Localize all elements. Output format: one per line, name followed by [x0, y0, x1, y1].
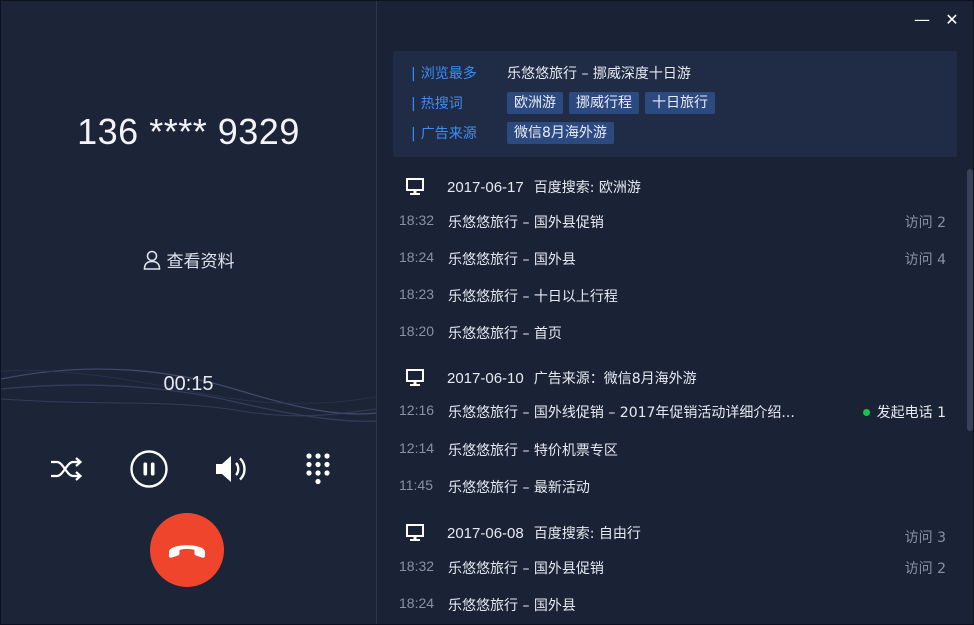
- transfer-button[interactable]: [46, 449, 86, 489]
- visit-page-title: 乐悠悠旅行 – 国外县: [448, 598, 576, 614]
- pause-circle-icon: [130, 450, 168, 488]
- ad-source-tag: 微信8月海外游: [507, 122, 614, 144]
- volume-button[interactable]: [213, 449, 253, 489]
- visit-page-title: 乐悠悠旅行 – 最新活动: [448, 480, 590, 496]
- visit-time: 18:24: [399, 249, 435, 265]
- speaker-icon: [216, 456, 246, 482]
- visit-time: 18:24: [399, 595, 435, 611]
- call-window: 136 **** 9329 查看资料 00:15 — ✕ | 浏览最多 乐悠悠旅…: [0, 0, 974, 625]
- visit-row[interactable]: 18:24 乐悠悠旅行 – 国外县: [377, 592, 961, 616]
- visit-page-title: 乐悠悠旅行 – 十日以上行程: [448, 289, 618, 305]
- scrollbar[interactable]: [967, 169, 973, 431]
- monitor-icon: [405, 178, 427, 196]
- visit-time: 12:14: [399, 440, 435, 456]
- keypad-button[interactable]: [298, 449, 338, 489]
- hot-search-row: 热搜词 欧洲游 挪威行程 十日旅行: [411, 91, 721, 115]
- hot-search-tag: 挪威行程: [569, 92, 639, 114]
- visit-row[interactable]: 18:32 乐悠悠旅行 – 国外县促销 访问 2: [377, 555, 961, 579]
- session-date: 2017-06-10: [447, 369, 524, 387]
- visit-time: 18:20: [399, 323, 435, 339]
- hot-search-label: 热搜词: [411, 93, 507, 113]
- call-initiated-label: 发起电话 1: [876, 405, 946, 421]
- visitor-summary: 浏览最多 乐悠悠旅行 – 挪威深度十日游 热搜词 欧洲游 挪威行程 十日旅行 广…: [393, 51, 957, 157]
- call-initiated-badge: 发起电话 1: [862, 402, 946, 422]
- visit-page-title: 乐悠悠旅行 – 国外线促销 – 2017年促销活动详细介绍...: [448, 405, 795, 421]
- session-header: 2017-06-10 广告来源：微信8月海外游: [405, 366, 697, 390]
- status-dot-icon: [862, 408, 870, 416]
- session-header: 2017-06-17 百度搜索: 欧洲游: [405, 175, 641, 199]
- visit-count: 访问 2: [904, 561, 946, 577]
- ad-source-label: 广告来源: [411, 123, 507, 143]
- session-source: 广告来源：微信8月海外游: [533, 371, 697, 387]
- visit-time: 18:23: [399, 286, 435, 302]
- minimize-button[interactable]: —: [911, 9, 933, 31]
- visit-page-title: 乐悠悠旅行 – 特价机票专区: [448, 443, 618, 459]
- visit-time: 11:45: [399, 477, 433, 493]
- visit-page-title: 乐悠悠旅行 – 国外县促销: [448, 561, 604, 577]
- audio-wave-graphic: [1, 368, 376, 422]
- session-visit-count: 访问 3: [904, 530, 946, 546]
- caller-phone-number: 136 **** 9329: [77, 111, 300, 152]
- session-visits-row: 访问 3: [377, 524, 961, 548]
- visit-time: 18:32: [399, 212, 435, 228]
- visit-count: 访问 2: [904, 215, 946, 231]
- close-button[interactable]: ✕: [941, 9, 963, 31]
- shuffle-icon: [51, 457, 83, 481]
- visit-row[interactable]: 12:14 乐悠悠旅行 – 特价机票专区: [377, 437, 961, 461]
- visit-time: 18:32: [399, 558, 435, 574]
- most-viewed-row: 浏览最多 乐悠悠旅行 – 挪威深度十日游: [411, 61, 691, 85]
- session-source: 百度搜索: 欧洲游: [533, 180, 641, 196]
- visit-row[interactable]: 11:45 乐悠悠旅行 – 最新活动: [377, 474, 961, 498]
- visit-time: 12:16: [399, 402, 435, 418]
- most-viewed-value: 乐悠悠旅行 – 挪威深度十日游: [507, 66, 691, 82]
- visit-row[interactable]: 18:23 乐悠悠旅行 – 十日以上行程: [377, 283, 961, 307]
- visit-row[interactable]: 18:24 乐悠悠旅行 – 国外县 访问 4: [377, 246, 961, 270]
- visit-page-title: 乐悠悠旅行 – 国外县: [448, 252, 576, 268]
- visitor-info-panel: — ✕ 浏览最多 乐悠悠旅行 – 挪威深度十日游 热搜词 欧洲游 挪威行程 十日…: [377, 1, 973, 624]
- visit-page-title: 乐悠悠旅行 – 国外县促销: [448, 215, 604, 231]
- hot-search-tag: 十日旅行: [645, 92, 715, 114]
- ad-source-row: 广告来源 微信8月海外游: [411, 121, 620, 145]
- hot-search-tag: 欧洲游: [507, 92, 563, 114]
- monitor-icon: [405, 369, 427, 387]
- view-profile-link[interactable]: 查看资料: [1, 247, 376, 275]
- pause-button[interactable]: [129, 449, 169, 489]
- phone-hangup-icon: [169, 545, 205, 558]
- visit-row[interactable]: 18:20 乐悠悠旅行 – 首页: [377, 320, 961, 344]
- visit-row[interactable]: 12:16 乐悠悠旅行 – 国外线促销 – 2017年促销活动详细介绍... 发…: [377, 399, 961, 423]
- session-date: 2017-06-17: [447, 178, 524, 196]
- visit-count: 访问 4: [904, 252, 946, 268]
- visit-page-title: 乐悠悠旅行 – 首页: [448, 326, 562, 342]
- dialpad-icon: [306, 453, 330, 485]
- visit-row[interactable]: 18:32 乐悠悠旅行 – 国外县促销 访问 2: [377, 209, 961, 233]
- hangup-button[interactable]: [150, 513, 224, 587]
- call-timer: 00:15: [163, 373, 214, 395]
- most-viewed-label: 浏览最多: [411, 63, 507, 83]
- call-panel: 136 **** 9329 查看资料 00:15: [1, 1, 377, 624]
- user-icon: [143, 250, 161, 275]
- view-profile-label: 查看资料: [166, 252, 235, 272]
